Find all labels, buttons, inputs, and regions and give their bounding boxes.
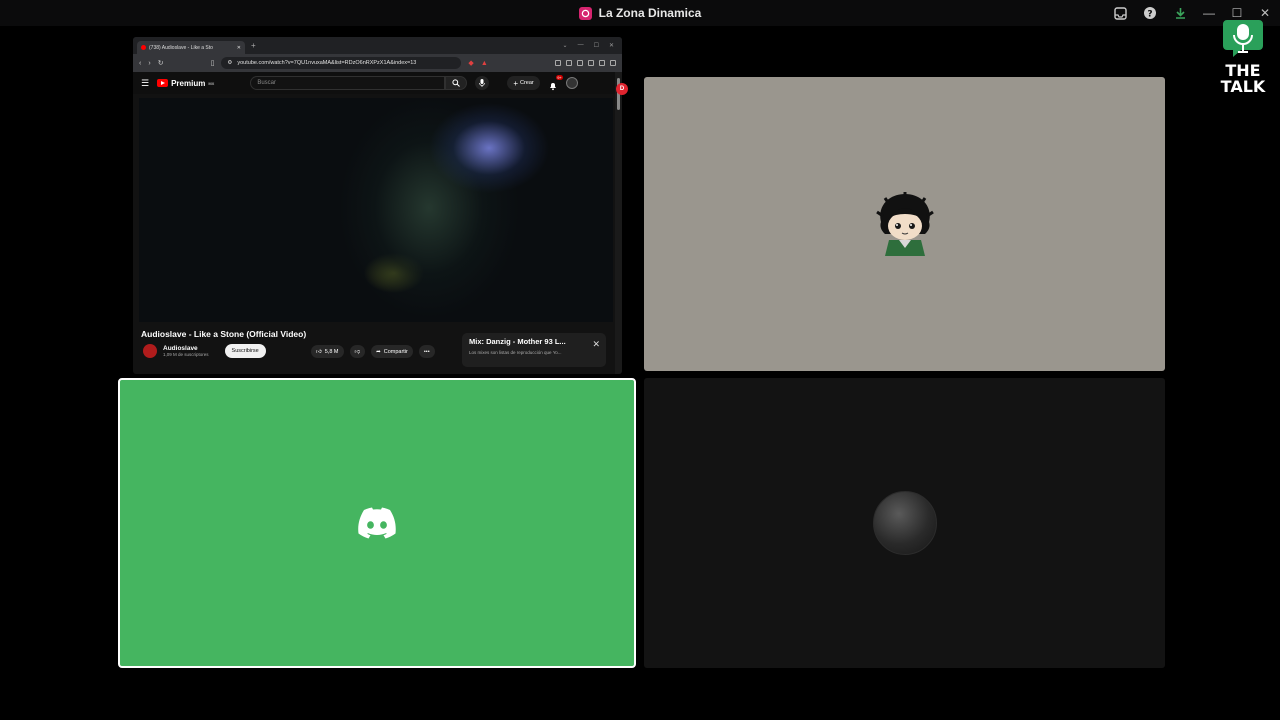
mix-subtitle: Los mixes son listas de reproducción que…: [469, 350, 562, 355]
share-label: Compartir: [383, 348, 408, 355]
search-icon: [452, 79, 461, 87]
hamburger-icon[interactable]: ☰: [141, 78, 149, 89]
youtube-search-button[interactable]: [445, 76, 468, 90]
help-icon[interactable]: ?: [1142, 5, 1158, 21]
screenshot-icon[interactable]: [577, 60, 583, 66]
participant-tile-3[interactable]: [644, 378, 1165, 668]
video-player[interactable]: [139, 98, 613, 322]
extension-red-icon[interactable]: ◆: [468, 59, 473, 67]
svg-text:?: ?: [1147, 10, 1152, 20]
url-text: youtube.com/watch?v=7QU1nvuxaMA&list=RDz…: [237, 60, 417, 66]
address-bar-row: ‹ › ↻ ▯ ⚙ youtube.com/watch?v=7QU1nvuxaM…: [133, 54, 622, 72]
menu-icon[interactable]: [610, 60, 616, 66]
mix-playlist-card[interactable]: Mix: Danzig - Mother 93 L... Los mixes s…: [462, 333, 606, 367]
tab-close-icon[interactable]: ✕: [237, 45, 241, 51]
browser-minimize-icon[interactable]: —: [578, 42, 584, 49]
participant-tile-1[interactable]: [644, 77, 1165, 371]
channel-name[interactable]: Audioslave: [163, 345, 209, 352]
thumbs-down-icon: 👎︎: [354, 348, 361, 355]
server-icon: [578, 6, 592, 20]
youtube-search-input[interactable]: Buscar: [250, 76, 446, 90]
like-count: 5,8 M: [324, 348, 339, 355]
app-title-group: La Zona Dinamica: [578, 6, 702, 20]
puzzle-icon[interactable]: [588, 60, 594, 66]
inbox-icon[interactable]: [1112, 5, 1128, 21]
plus-icon: +: [513, 78, 518, 88]
the-talk-logo: THE TALK: [1214, 18, 1272, 96]
video-actions: 👍︎ 5,8 M 👎︎ ➦ Compartir •••: [311, 345, 435, 358]
share-button[interactable]: ➦ Compartir: [371, 345, 413, 358]
browser-tab[interactable]: (738) Audioslave - Like a Sto ✕: [137, 41, 245, 54]
reload-icon[interactable]: ↻: [158, 59, 164, 67]
mix-title: Mix: Danzig - Mother 93 L...: [469, 337, 566, 346]
live-indicator-icon: D: [616, 83, 628, 95]
voice-search-button[interactable]: [475, 76, 490, 90]
thumbs-up-icon: 👍︎: [316, 348, 322, 355]
youtube-favicon-icon: [141, 45, 146, 50]
page-scrollbar[interactable]: [615, 72, 622, 374]
site-info-icon: ⚙: [227, 60, 233, 66]
mic-icon: [479, 79, 486, 87]
profile-icon[interactable]: [599, 60, 605, 66]
music-icon[interactable]: [555, 60, 561, 66]
mix-close-icon[interactable]: ✕: [592, 339, 600, 350]
browser-tab-bar: (738) Audioslave - Like a Sto ✕ + ⌄ — ☐ …: [133, 37, 622, 54]
bookmark-icon[interactable]: ▯: [211, 59, 215, 67]
forward-icon[interactable]: ›: [148, 60, 150, 67]
screen-share-tile[interactable]: (738) Audioslave - Like a Sto ✕ + ⌄ — ☐ …: [133, 37, 622, 374]
title-bar: La Zona Dinamica ? — ☐ ✕: [0, 0, 1280, 26]
create-button[interactable]: + Crear: [507, 76, 540, 90]
browser-maximize-icon[interactable]: ☐: [594, 42, 599, 49]
share-icon: ➦: [376, 348, 381, 355]
notifications-button[interactable]: 9+: [548, 75, 563, 91]
channel-row: Audioslave 1,09 M de suscriptores Suscri…: [143, 344, 266, 358]
new-tab-icon[interactable]: +: [251, 41, 256, 50]
notification-badge: 9+: [556, 75, 563, 80]
like-button[interactable]: 👍︎ 5,8 M: [311, 345, 344, 358]
youtube-play-icon: [157, 79, 169, 87]
dislike-button[interactable]: 👎︎: [349, 345, 366, 358]
youtube-brand: Premium: [171, 78, 206, 88]
browser-close-icon[interactable]: ✕: [609, 42, 614, 49]
url-input[interactable]: ⚙ youtube.com/watch?v=7QU1nvuxaMA&list=R…: [221, 57, 462, 69]
sidebar-icon[interactable]: [566, 60, 572, 66]
create-label: Crear: [519, 80, 534, 86]
discord-logo-icon: [358, 507, 396, 539]
channel-subscribers: 1,09 M de suscriptores: [163, 352, 209, 357]
participant-avatar: [873, 491, 937, 555]
account-avatar[interactable]: [565, 77, 578, 89]
download-icon[interactable]: [1172, 5, 1188, 21]
youtube-region: MX: [208, 80, 215, 86]
extension-icons: [555, 60, 616, 66]
channel-avatar[interactable]: [143, 344, 157, 358]
back-icon[interactable]: ‹: [139, 60, 141, 67]
app-title: La Zona Dinamica: [598, 6, 702, 20]
youtube-logo[interactable]: Premium MX: [157, 79, 214, 88]
logo-text-talk: TALK: [1220, 77, 1266, 96]
microphone-bubble-icon: [1223, 20, 1263, 57]
video-title: Audioslave - Like a Stone (Official Vide…: [141, 329, 307, 339]
tab-search-icon[interactable]: ⌄: [563, 42, 568, 49]
more-icon: •••: [423, 348, 430, 355]
tab-title: (738) Audioslave - Like a Sto: [149, 44, 213, 51]
youtube-header: ☰ Premium MX Buscar + Crear 9+: [133, 72, 622, 94]
chibi-avatar-icon: [876, 192, 934, 256]
subscribe-button[interactable]: Suscribirse: [224, 344, 266, 358]
bell-icon: [549, 83, 556, 91]
more-actions-button[interactable]: •••: [418, 345, 435, 358]
extension-triangle-icon[interactable]: ▲: [481, 60, 488, 67]
participant-tile-2[interactable]: [118, 378, 636, 668]
